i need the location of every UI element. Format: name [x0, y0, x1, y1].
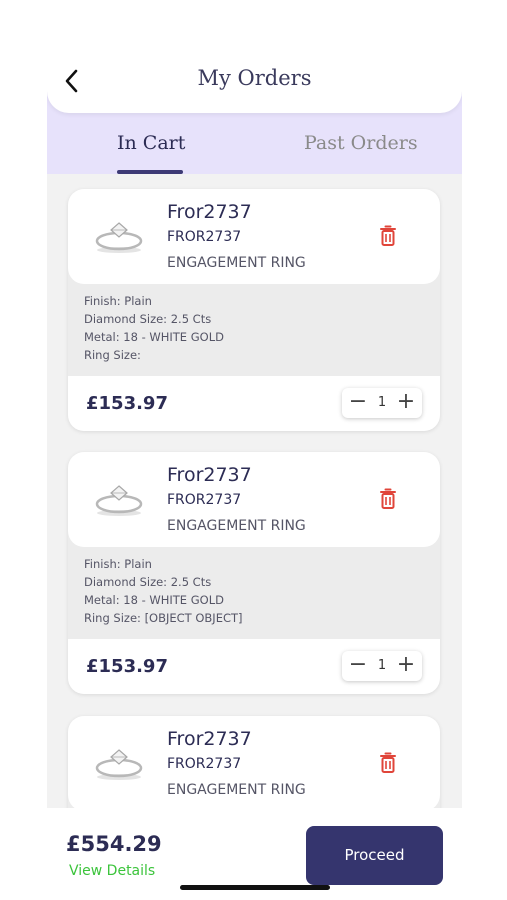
tab-in-cart[interactable]: In Cart — [117, 132, 185, 154]
ring-image — [95, 222, 143, 253]
product-code: FROR2737 — [167, 756, 242, 772]
increase-quantity-button[interactable]: + — [394, 652, 418, 680]
decrease-quantity-button[interactable]: − — [346, 652, 370, 680]
orders-screen: My Orders In Cart Past Orders Fror2737 F… — [47, 0, 462, 900]
item-footer: £153.97 − 1 + — [68, 639, 440, 694]
metal-detail: Metal: 18 - WHITE GOLD — [84, 330, 224, 344]
home-indicator[interactable] — [180, 885, 330, 890]
product-name[interactable]: Fror2737 — [167, 201, 252, 223]
decrease-quantity-button[interactable]: − — [346, 389, 370, 417]
proceed-button[interactable]: Proceed — [306, 826, 443, 885]
item-details: Finish: Plain Diamond Size: 2.5 Cts Meta… — [68, 547, 440, 639]
active-tab-indicator — [117, 170, 183, 174]
cart-item-header: Fror2737 FROR2737 ENGAGEMENT RING — [68, 716, 440, 811]
item-price: £153.97 — [86, 393, 168, 414]
cart-item-card: Fror2737 FROR2737 ENGAGEMENT RING Finish… — [68, 189, 440, 431]
diamond-size-detail: Diamond Size: 2.5 Cts — [84, 312, 212, 326]
quantity-value: 1 — [377, 658, 387, 673]
trash-icon — [380, 225, 396, 246]
quantity-stepper: − 1 + — [342, 651, 422, 681]
cart-item-card: Fror2737 FROR2737 ENGAGEMENT RING Finish… — [68, 452, 440, 694]
trash-icon — [380, 752, 396, 773]
quantity-value: 1 — [377, 395, 387, 410]
cart-total: £554.29 — [66, 832, 162, 856]
product-name[interactable]: Fror2737 — [167, 464, 252, 486]
page-title: My Orders — [197, 66, 312, 90]
item-footer: £153.97 − 1 + — [68, 376, 440, 431]
finish-detail: Finish: Plain — [84, 294, 152, 308]
view-details-link[interactable]: View Details — [69, 863, 155, 879]
quantity-stepper: − 1 + — [342, 388, 422, 418]
item-price: £153.97 — [86, 656, 168, 677]
diamond-size-detail: Diamond Size: 2.5 Cts — [84, 575, 212, 589]
cart-item-header: Fror2737 FROR2737 ENGAGEMENT RING — [68, 189, 440, 284]
tab-past-orders[interactable]: Past Orders — [304, 132, 418, 154]
trash-icon — [380, 488, 396, 509]
cart-item-header: Fror2737 FROR2737 ENGAGEMENT RING — [68, 452, 440, 547]
delete-button[interactable] — [379, 752, 397, 774]
metal-detail: Metal: 18 - WHITE GOLD — [84, 593, 224, 607]
delete-button[interactable] — [379, 488, 397, 510]
ring-size-detail: Ring Size: — [84, 348, 141, 362]
finish-detail: Finish: Plain — [84, 557, 152, 571]
ring-image — [95, 485, 143, 516]
increase-quantity-button[interactable]: + — [394, 389, 418, 417]
product-type: ENGAGEMENT RING — [167, 518, 306, 534]
product-type: ENGAGEMENT RING — [167, 782, 306, 798]
product-type: ENGAGEMENT RING — [167, 255, 306, 271]
ring-size-detail: Ring Size: [OBJECT OBJECT] — [84, 611, 243, 625]
product-code: FROR2737 — [167, 492, 242, 508]
product-name[interactable]: Fror2737 — [167, 728, 252, 750]
product-code: FROR2737 — [167, 229, 242, 245]
app-header: My Orders — [47, 0, 462, 113]
ring-image — [95, 749, 143, 780]
delete-button[interactable] — [379, 225, 397, 247]
item-details: Finish: Plain Diamond Size: 2.5 Cts Meta… — [68, 284, 440, 376]
